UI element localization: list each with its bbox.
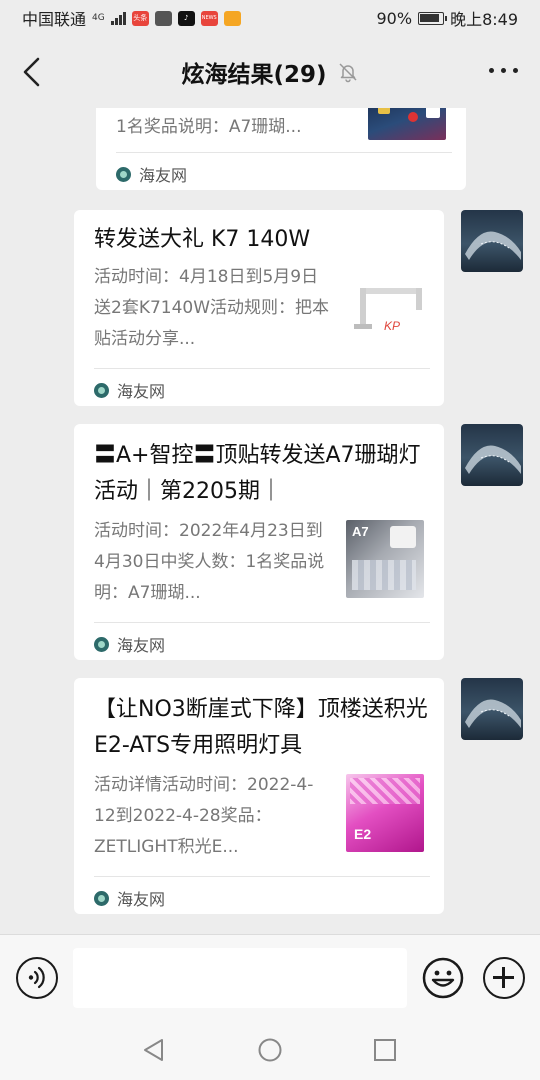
tiktok-icon: ♪ <box>177 10 195 26</box>
shared-article-card[interactable]: 〓A+智控〓顶贴转发送A7珊瑚灯活动｜第2205期｜ 活动时间：2022年4月2… <box>74 424 444 660</box>
avatar-image-icon <box>465 231 521 260</box>
shared-article-card[interactable]: 【让NO3断崖式下降】顶楼送积光E2-ATS专用照明灯具 活动详情活动时间：20… <box>74 678 444 914</box>
battery-icon <box>418 11 448 25</box>
nav-back-icon[interactable] <box>141 1037 167 1063</box>
card-description: 活动时间：4月18日到5月9日送2套K7140W活动规则：把本贴活动分享... <box>94 267 330 349</box>
more-options-icon[interactable] <box>489 68 518 73</box>
avatar-image-icon <box>465 699 521 728</box>
card-thumbnail: KP <box>350 270 430 350</box>
card-title: 转发送大礼 K7 140W <box>94 227 311 252</box>
shop-icon <box>223 10 241 26</box>
nav-recents-icon[interactable] <box>372 1037 398 1063</box>
card-description: 1名奖品说明：A7珊瑚... <box>116 117 302 137</box>
card-thumbnail: A7 <box>346 520 424 598</box>
toutiao-icon: 头条 <box>131 10 149 26</box>
lamp-product-icon: KP <box>354 288 422 333</box>
source-label: 海友网 <box>139 166 188 185</box>
status-bar: 中国联通 4G 头条 ♪ NEWS 90% 晚上8:49 <box>0 0 540 36</box>
network-type: 4G <box>92 12 105 23</box>
input-bar <box>0 934 540 1020</box>
source-label: 海友网 <box>117 636 166 655</box>
source-label: 海友网 <box>117 890 166 909</box>
chat-title: 炫海结果(29) <box>181 55 358 89</box>
source-logo-icon <box>94 382 109 398</box>
voice-icon <box>28 966 45 989</box>
message-input[interactable] <box>73 948 407 1008</box>
card-source: 海友网 <box>116 162 187 186</box>
system-nav-bar <box>0 1020 540 1080</box>
sender-avatar[interactable] <box>461 424 523 486</box>
mute-bell-icon <box>338 63 357 83</box>
nav-home-icon[interactable] <box>257 1037 283 1063</box>
card-thumbnail: E2 <box>346 774 424 852</box>
source-logo-icon <box>94 636 109 652</box>
card-title: 【让NO3断崖式下降】顶楼送积光E2-ATS专用照明灯具 <box>94 697 428 758</box>
source-logo-icon <box>94 890 109 906</box>
sender-avatar[interactable] <box>461 210 523 272</box>
card-divider <box>94 368 430 369</box>
carrier-label: 中国联通 <box>22 10 87 29</box>
card-thumbnail <box>368 108 446 140</box>
shared-article-card[interactable]: 转发送大礼 K7 140W 活动时间：4月18日到5月9日送2套K7140W活动… <box>74 210 444 406</box>
thumb-label: E2 <box>354 826 372 842</box>
sender-avatar[interactable] <box>461 678 523 740</box>
signal-icon <box>110 11 126 25</box>
thumb-label: A7 <box>352 524 369 539</box>
source-label: 海友网 <box>117 382 166 401</box>
more-functions-button[interactable] <box>483 957 525 999</box>
source-logo-icon <box>116 166 131 182</box>
shared-article-card[interactable]: 1名奖品说明：A7珊瑚... 海友网 <box>96 108 466 190</box>
status-right: 90% 晚上8:49 <box>377 6 519 30</box>
card-source: 海友网 <box>94 886 165 910</box>
chat-message-list[interactable]: 1名奖品说明：A7珊瑚... 海友网 转发送大礼 K7 140W 活动时间：4月… <box>0 108 540 934</box>
chat-title-text: 炫海结果(29) <box>181 62 327 88</box>
back-icon[interactable] <box>18 56 46 88</box>
card-description: 活动详情活动时间：2022-4-12到2022-4-28奖品：ZETLIGHT积… <box>94 775 314 857</box>
voice-input-button[interactable] <box>16 957 58 999</box>
card-title: 〓A+智控〓顶贴转发送A7珊瑚灯活动｜第2205期｜ <box>94 443 421 504</box>
svg-text:KP: KP <box>384 319 400 333</box>
card-divider <box>94 622 430 623</box>
mail-icon <box>154 10 172 26</box>
avatar-image-icon <box>465 445 521 474</box>
nav-bar: 炫海结果(29) <box>0 36 540 108</box>
battery-percent: 90% <box>376 8 413 28</box>
status-left: 中国联通 4G 头条 ♪ NEWS <box>22 6 241 30</box>
emoji-button[interactable] <box>422 957 464 999</box>
clock: 晚上8:49 <box>450 10 518 29</box>
card-divider <box>116 152 452 153</box>
card-divider <box>94 876 430 877</box>
card-source: 海友网 <box>94 378 165 402</box>
card-description: 活动时间：2022年4月23日到4月30日中奖人数：1名奖品说明：A7珊瑚... <box>94 521 325 603</box>
news-icon: NEWS <box>200 10 218 26</box>
card-source: 海友网 <box>94 632 165 656</box>
